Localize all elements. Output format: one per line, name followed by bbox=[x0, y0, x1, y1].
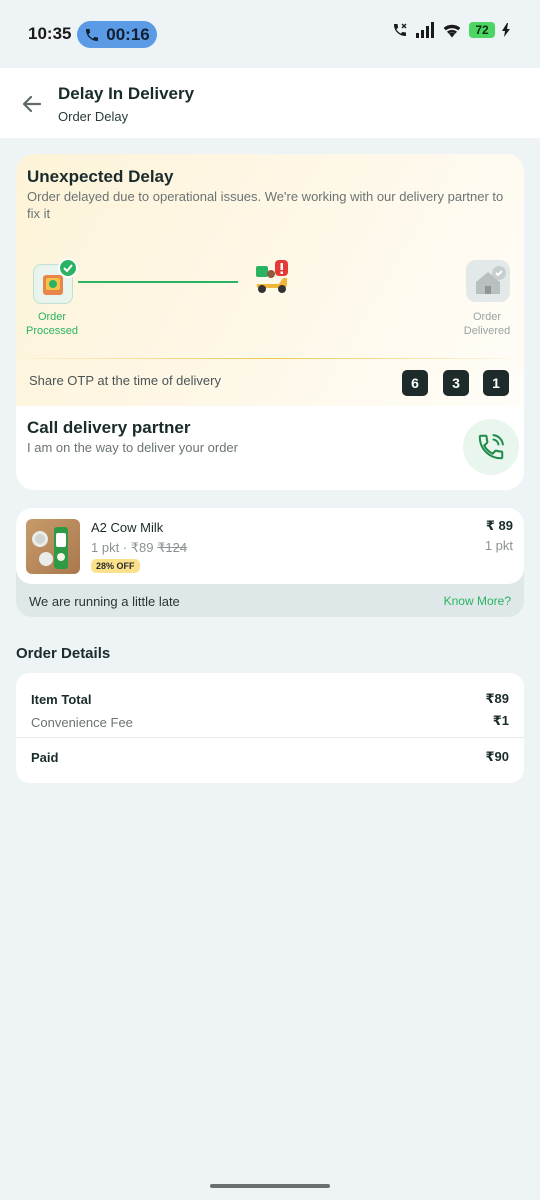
check-icon bbox=[58, 258, 78, 278]
product-quantity: 1 pkt bbox=[91, 540, 120, 555]
phone-icon bbox=[86, 28, 99, 41]
discount-badge: 28% OFF bbox=[91, 559, 140, 573]
signal-icon bbox=[416, 22, 434, 38]
convenience-fee-label: Convenience Fee bbox=[31, 715, 133, 730]
otp-digit: 6 bbox=[402, 370, 428, 396]
app-header: Delay In Delivery Order Delay bbox=[0, 68, 540, 138]
call-partner-button[interactable] bbox=[463, 419, 519, 475]
product-mrp: ₹124 bbox=[157, 540, 188, 555]
wifi-icon bbox=[443, 24, 461, 38]
progress-line bbox=[78, 281, 238, 283]
paid-label: Paid bbox=[31, 750, 59, 765]
know-more-link[interactable]: Know More? bbox=[444, 594, 511, 608]
page-subtitle: Order Delay bbox=[58, 109, 129, 124]
product-name: A2 Cow Milk bbox=[91, 520, 164, 535]
divider bbox=[16, 737, 524, 738]
order-details-card: Item Total ₹89 Convenience Fee ₹1 Paid ₹… bbox=[16, 673, 524, 783]
paid-value: ₹90 bbox=[485, 749, 509, 764]
status-icons: 72 bbox=[392, 22, 510, 38]
order-details-title: Order Details bbox=[16, 645, 111, 662]
product-image bbox=[26, 519, 80, 574]
line-price: ₹ 89 bbox=[485, 518, 513, 533]
page-title: Delay In Delivery bbox=[58, 84, 195, 103]
charging-icon bbox=[502, 23, 510, 37]
order-delivered-icon bbox=[466, 260, 510, 302]
otp-label: Share OTP at the time of delivery bbox=[29, 373, 221, 388]
delay-description: Order delayed due to operational issues.… bbox=[27, 189, 504, 221]
convenience-fee-value: ₹1 bbox=[492, 713, 509, 728]
item-total-value: ₹89 bbox=[485, 691, 509, 706]
call-status-icon bbox=[394, 23, 407, 36]
call-partner-title: Call delivery partner bbox=[27, 418, 191, 437]
otp-digit: 3 bbox=[443, 370, 469, 396]
divider bbox=[29, 358, 509, 359]
delay-title: Unexpected Delay bbox=[27, 167, 174, 186]
product-row[interactable]: A2 Cow Milk 1 pkt · ₹89 ₹124 28% OFF ₹ 8… bbox=[16, 508, 524, 584]
product-meta: 1 pkt · ₹89 ₹124 bbox=[91, 540, 187, 556]
delivery-scooter-alert-icon bbox=[256, 260, 288, 293]
line-quantity: 1 pkt bbox=[484, 538, 513, 553]
separator-dot: · bbox=[122, 540, 128, 555]
status-bar: 10:35 00:16 72 bbox=[0, 0, 540, 68]
step-label-processed: Order Processed bbox=[26, 311, 78, 337]
product-price: ₹89 bbox=[130, 540, 154, 555]
delay-status-card: Unexpected Delay Order delayed due to op… bbox=[16, 154, 524, 490]
delay-banner: Unexpected Delay Order delayed due to op… bbox=[16, 154, 524, 406]
late-message: We are running a little late bbox=[29, 594, 180, 609]
ongoing-call-pill[interactable]: 00:16 bbox=[77, 21, 157, 48]
call-duration: 00:16 bbox=[106, 24, 150, 44]
otp-digit: 1 bbox=[483, 370, 509, 396]
back-arrow-icon[interactable] bbox=[20, 92, 44, 116]
item-total-label: Item Total bbox=[31, 692, 92, 707]
status-time: 10:35 bbox=[28, 24, 72, 43]
home-indicator[interactable] bbox=[210, 1184, 330, 1188]
phone-call-icon bbox=[478, 434, 504, 460]
order-item-card: A2 Cow Milk 1 pkt · ₹89 ₹124 28% OFF ₹ 8… bbox=[16, 508, 524, 617]
step-label-delivered: Order Delivered bbox=[463, 311, 511, 337]
battery-indicator: 72 bbox=[469, 22, 495, 38]
call-partner-subtitle: I am on the way to deliver your order bbox=[27, 440, 238, 455]
